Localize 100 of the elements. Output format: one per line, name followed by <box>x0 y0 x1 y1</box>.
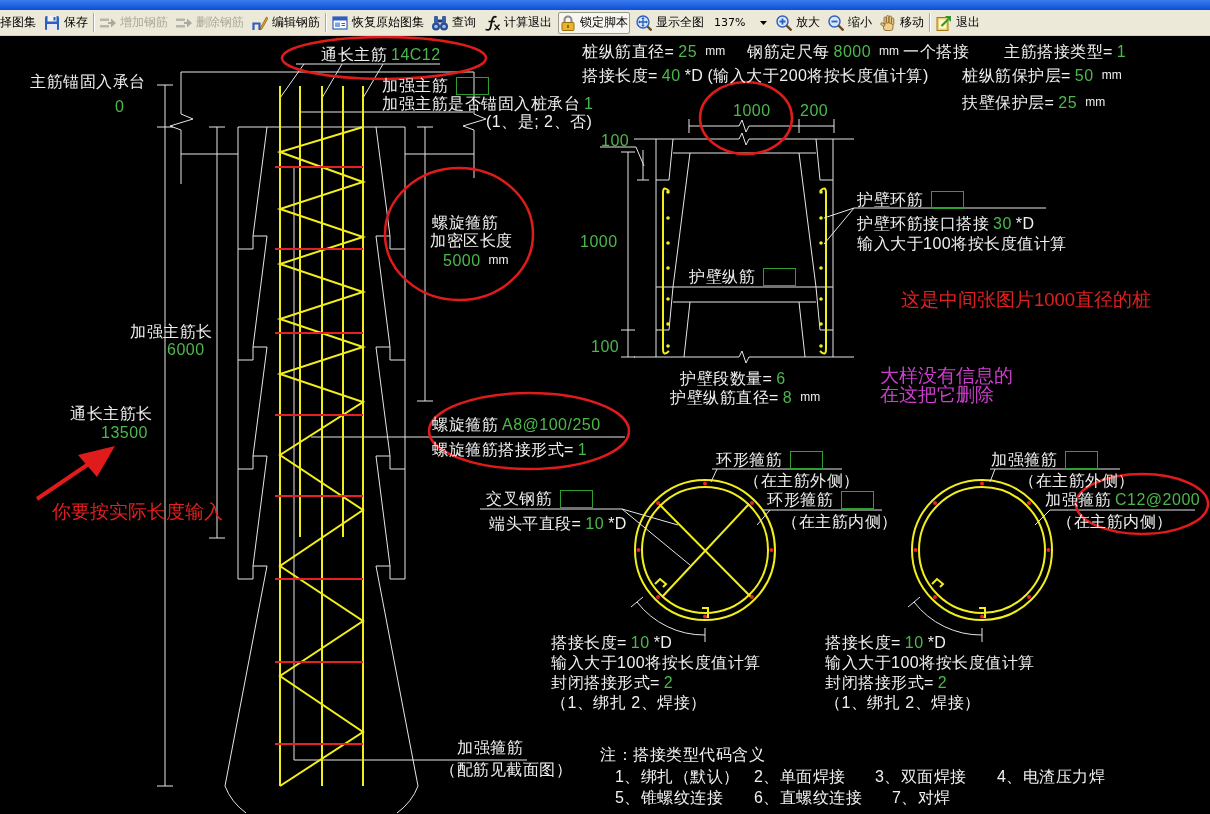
parameter-label: 护壁环筋接口搭接 <box>857 214 989 232</box>
parameter-label: 护壁环筋 <box>857 191 923 208</box>
unit-label: mm <box>879 42 900 60</box>
save-button[interactable]: 保存 <box>42 11 90 34</box>
parameter-label: 搭接长度= <box>582 66 658 84</box>
annotation-text: 这是中间张图片1000直径的桩 <box>901 289 1152 309</box>
parameter-label: 端头平直段= <box>489 514 582 532</box>
main-bar-dot <box>1027 595 1031 599</box>
fit-view-button[interactable]: 显示全图 <box>634 11 706 34</box>
move-button[interactable]: 移动 <box>878 11 926 34</box>
rebar-dot <box>666 322 670 326</box>
lock-button[interactable]: 锁定脚本 <box>558 11 630 34</box>
input-field[interactable] <box>841 490 874 509</box>
parameter-label: 封闭搭接形式= <box>825 673 934 691</box>
unit-label: mm <box>1101 66 1122 84</box>
zoom-in-button[interactable]: 放大 <box>774 11 822 34</box>
parameter-label: 护壁纵筋直径= <box>670 388 779 406</box>
parameter-value: A8@100/250 <box>502 415 601 433</box>
parameter-label: （在主筋外侧） <box>744 471 860 489</box>
parameter-value: 0 <box>115 97 125 115</box>
unit-label: mm <box>1085 93 1106 111</box>
parameter-value: 6 <box>776 369 786 387</box>
code-item: 6、直螺纹连接 <box>754 788 863 806</box>
parameter-label: (1、是; 2、否) <box>486 112 593 130</box>
unit-label: mm <box>488 251 509 269</box>
input-field[interactable] <box>763 267 796 286</box>
input-field[interactable] <box>931 190 964 209</box>
parameter-value: 13500 <box>101 423 148 441</box>
parameter-value: 8000 <box>833 42 872 60</box>
query-button[interactable]: 查询 <box>430 11 478 34</box>
input-field[interactable] <box>456 76 489 95</box>
parameter-value: 10 <box>630 633 650 651</box>
parameter-label: 通长主筋长 <box>70 404 153 422</box>
zoom-select[interactable]: 137% <box>710 11 770 34</box>
main-bar-dot <box>933 501 937 505</box>
input-field[interactable] <box>790 450 823 469</box>
parameter-value: 1 <box>1116 42 1127 60</box>
main-bar-dot <box>703 614 707 619</box>
input-field[interactable] <box>560 489 593 508</box>
parameter-label: 搭接长度= <box>825 633 901 651</box>
parameter-value: 10 <box>585 514 605 532</box>
parameter-value: 1 <box>584 94 594 112</box>
parameter-value: 2 <box>663 673 674 691</box>
parameter-label: (输入大于200将按长度值计算) <box>707 66 929 84</box>
zoom-out-button[interactable]: 缩小 <box>826 11 874 34</box>
parameter-label: 输入大于100将按长度值计算 <box>825 653 1035 671</box>
toolbar-button[interactable]: 择图集 <box>0 11 38 34</box>
hand-icon <box>880 14 896 31</box>
rebar-dot <box>819 344 823 348</box>
parameter-label: （在主筋内侧） <box>782 512 898 530</box>
dimension-value: 100 <box>601 131 630 149</box>
parameter-label: *D <box>927 633 947 651</box>
parameter-value: 1 <box>577 440 588 458</box>
dimension-value: 200 <box>800 101 829 119</box>
parameter-label: 加强主筋是否锚固入桩承台 <box>382 94 580 112</box>
parameter-label: 一个搭接 <box>903 42 970 60</box>
dimension-value: 1000 <box>580 232 618 250</box>
exit-button[interactable]: 退出 <box>934 11 982 34</box>
parameter-label: 钢筋定尺每 <box>747 42 830 60</box>
zoom-in-icon <box>776 14 792 31</box>
rebar-dot <box>666 216 670 220</box>
save-icon <box>44 14 60 31</box>
parameter-label: 加强箍筋 <box>457 738 523 756</box>
main-bar-dot <box>1046 548 1051 552</box>
parameter-label: *D <box>608 514 627 532</box>
parameter-label: 通长主筋 <box>321 45 387 63</box>
code-item: 7、对焊 <box>892 788 951 806</box>
calculate-button[interactable]: 计算退出 <box>482 11 554 34</box>
parameter-label: 加强主筋长 <box>130 322 213 340</box>
rebar-dot <box>819 216 823 220</box>
code-item: 2、单面焊接 <box>754 767 846 785</box>
parameter-label: *D <box>653 633 673 651</box>
main-bar-dot <box>636 548 641 552</box>
parameter-label: 环形箍筋 <box>716 451 782 468</box>
annotation-text: 大样没有信息的 <box>880 365 1013 385</box>
parameter-label: 加强箍筋 <box>991 451 1057 468</box>
parameter-value: C12@2000 <box>1115 490 1201 508</box>
restore-button[interactable]: 恢复原始图集 <box>330 11 426 34</box>
rebar-dot <box>666 266 670 270</box>
main-bar-dot <box>656 595 660 599</box>
main-bar-dot <box>1027 501 1031 505</box>
function-icon <box>484 14 500 31</box>
window-icon <box>332 14 348 31</box>
parameter-label: 主筋搭接类型= <box>1004 42 1113 60</box>
main-bar-dot <box>933 595 937 599</box>
rebar-dot <box>666 190 670 194</box>
rebar-dot <box>819 241 823 245</box>
parameter-label: 主筋锚固入承台 <box>30 72 146 90</box>
parameter-value: 8 <box>782 388 793 406</box>
rebar-dot <box>819 266 823 270</box>
main-bar-dot <box>980 481 984 486</box>
magnifier-arrows-icon <box>636 14 652 31</box>
input-field[interactable] <box>1065 450 1098 469</box>
edit-button[interactable]: 编辑钢筋 <box>250 11 322 34</box>
main-bar-dot <box>913 548 918 552</box>
parameter-label: 环形箍筋 <box>767 491 833 508</box>
parameter-label: 输入大于100将按长度值计算 <box>551 653 761 671</box>
main-bar-dot <box>656 501 660 505</box>
code-item: 5、锥螺纹连接 <box>615 788 724 806</box>
code-item: 4、电渣压力焊 <box>997 767 1106 785</box>
